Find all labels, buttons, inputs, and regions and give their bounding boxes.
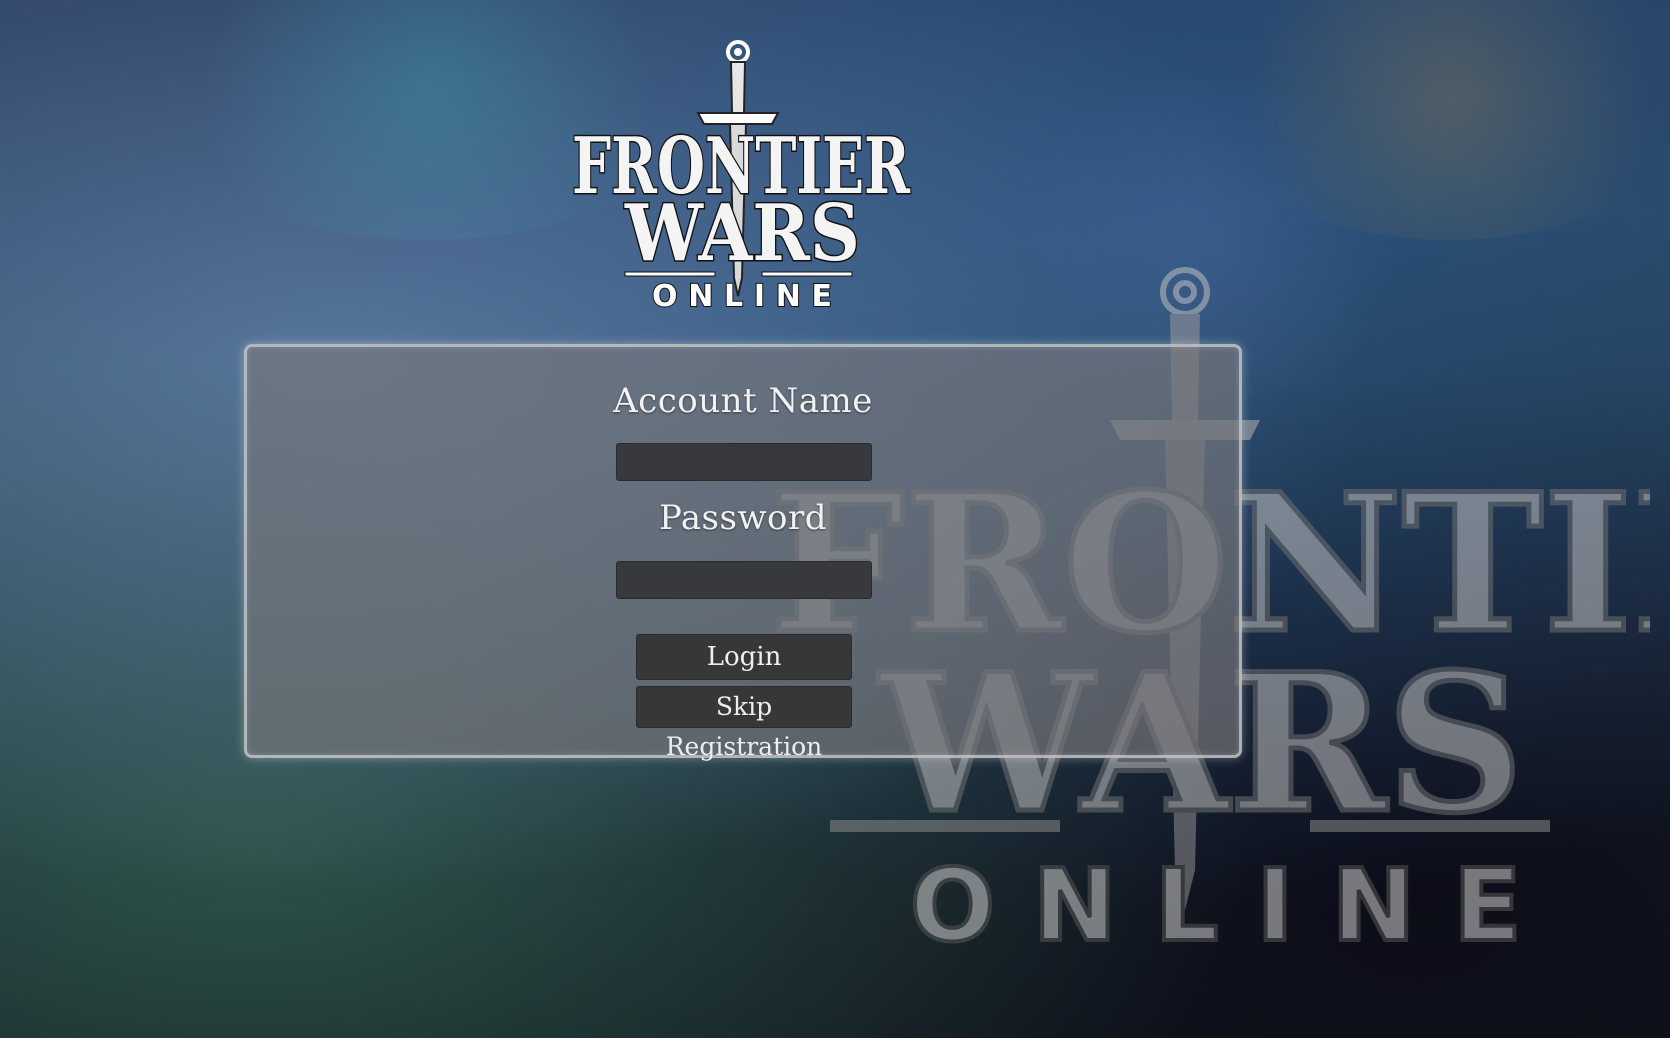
skip-registration-button[interactable]: Skip Registration (636, 686, 852, 761)
login-panel: Account Name Password Login Skip Registr… (244, 344, 1242, 761)
logo-subtitle: ONLINE (652, 279, 832, 308)
login-button[interactable]: Login (636, 634, 852, 680)
password-label: Password (658, 498, 828, 538)
logo-title-line2: WARS (624, 188, 860, 279)
background-logo-subtext: ONLINE (910, 847, 1560, 964)
password-input[interactable] (616, 561, 872, 599)
game-logo: FRONTIER WARS ONLINE (571, 40, 912, 308)
account-name-label: Account Name (613, 381, 873, 421)
login-screen: FRONTIER WARS ONLINE FRONTIER WARS ONLIN… (0, 0, 1670, 1038)
account-name-input[interactable] (616, 443, 872, 481)
